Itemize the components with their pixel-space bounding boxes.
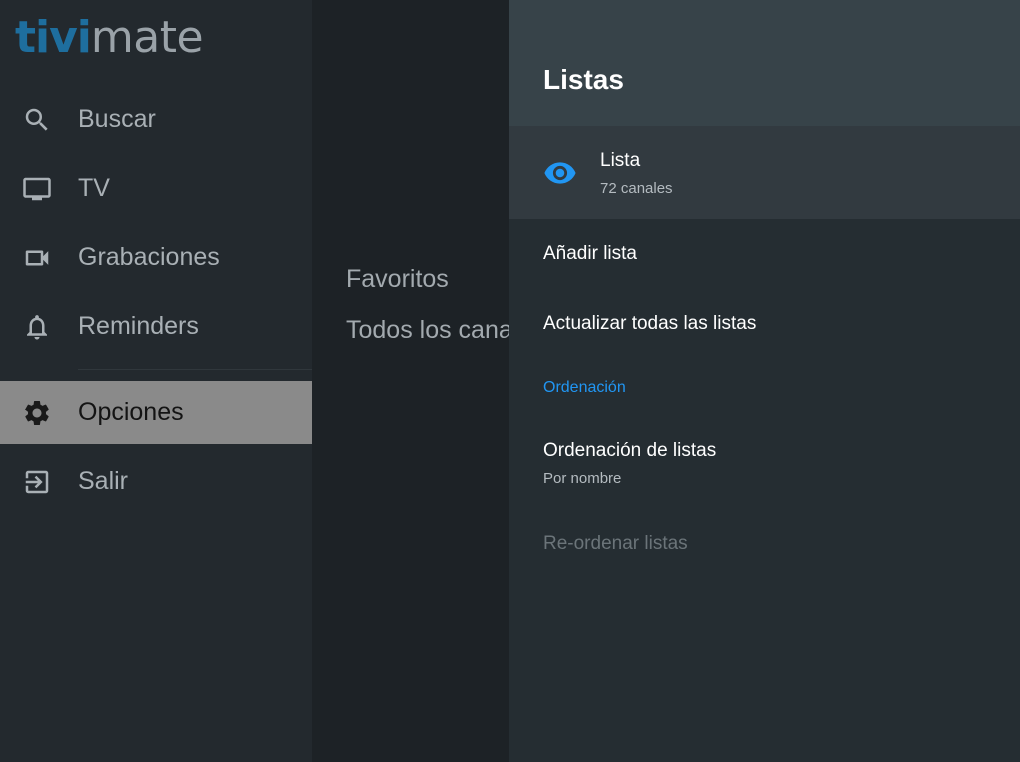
- sidebar-item-label: Opciones: [78, 398, 184, 426]
- sidebar-item-reminders[interactable]: Reminders: [0, 295, 312, 358]
- playlist-name: Lista: [600, 150, 641, 171]
- tivimate-logo: tivimate: [15, 12, 204, 64]
- logo-part-mate: mate: [90, 12, 204, 63]
- category-list: Favoritos Todos los canales: [312, 0, 509, 762]
- sort-lists-option[interactable]: Ordenación de listas: [543, 440, 716, 462]
- category-favoritos[interactable]: Favoritos: [346, 265, 449, 294]
- exit-icon: [22, 467, 52, 497]
- bell-icon: [22, 312, 52, 342]
- update-all-lists-option[interactable]: Actualizar todas las listas: [543, 313, 756, 335]
- gear-icon: [22, 398, 52, 428]
- section-header-sort: Ordenación: [543, 379, 626, 396]
- search-icon: [22, 105, 52, 135]
- playlist-channel-count: 72 canales: [600, 180, 673, 197]
- sidebar-item-label: TV: [78, 174, 110, 202]
- sidebar: tivimate Buscar TV Grabaciones Reminders…: [0, 0, 312, 762]
- sort-lists-value: Por nombre: [543, 470, 622, 487]
- videocam-icon: [22, 243, 52, 273]
- logo-part-tivi: tivi: [15, 12, 92, 63]
- playlists-panel: Listas Lista 72 canales Añadir lista Act…: [509, 0, 1020, 762]
- sidebar-item-opciones[interactable]: Opciones: [0, 381, 312, 444]
- reorder-lists-option[interactable]: Re-ordenar listas: [543, 533, 688, 555]
- sidebar-item-salir[interactable]: Salir: [0, 450, 312, 513]
- page-title: Listas: [543, 64, 624, 95]
- nav-divider: [78, 369, 312, 370]
- sidebar-item-label: Reminders: [78, 312, 199, 340]
- add-list-option[interactable]: Añadir lista: [543, 243, 637, 265]
- sidebar-item-buscar[interactable]: Buscar: [0, 88, 312, 151]
- sidebar-item-label: Salir: [78, 467, 129, 495]
- panel-header: Listas: [509, 0, 1020, 126]
- sidebar-item-grabaciones[interactable]: Grabaciones: [0, 226, 312, 289]
- category-todos-los-canales[interactable]: Todos los canales: [346, 316, 509, 345]
- playlist-item[interactable]: Lista 72 canales: [509, 126, 1020, 219]
- sidebar-item-tv[interactable]: TV: [0, 157, 312, 220]
- eye-icon: [543, 156, 577, 190]
- tv-icon: [22, 174, 52, 204]
- sidebar-item-label: Buscar: [78, 105, 156, 133]
- sidebar-item-label: Grabaciones: [78, 243, 220, 271]
